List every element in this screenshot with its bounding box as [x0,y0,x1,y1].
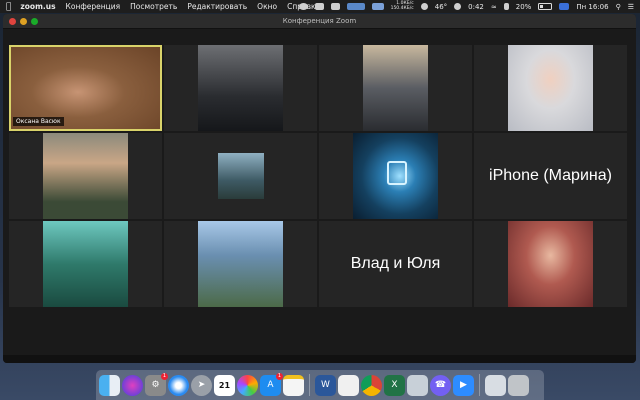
status-area: 1.0КБ/с 150.4КБ/с 46° 0:42 ≈ 20% Пн 16:0… [298,0,634,13]
menu-view[interactable]: Посмотреть [130,2,177,11]
menu-conference[interactable]: Конференция [66,2,121,11]
participant-tile-9[interactable] [9,221,162,307]
menu-window[interactable]: Окно [257,2,277,11]
battery-icon[interactable] [538,3,553,10]
participant-video [43,133,128,219]
net-down: 150.4КБ/с [390,5,414,11]
app-menu[interactable]: zoom.us [20,2,55,11]
zoom-icon[interactable]: ▶ [453,374,474,396]
bluetooth-icon[interactable] [503,3,509,10]
participant-tile-8[interactable]: iPhone (Марина) [474,133,627,219]
preview-icon[interactable] [407,374,428,396]
lock-icon [387,161,407,185]
clock[interactable]: Пн 16:06 [576,3,608,11]
participant-video [218,153,264,199]
participant-tile-4[interactable] [474,45,627,131]
textedit-icon[interactable] [338,374,359,396]
apple-menu-icon[interactable]:  [6,2,11,12]
memory-graph-icon[interactable] [371,3,384,10]
temperature[interactable]: 46° [435,3,447,11]
calendar-icon[interactable]: 21 [214,374,235,396]
timer[interactable]: 0:42 [468,3,484,11]
temperature-icon [420,3,428,10]
window-title: Конференция Zoom [282,17,357,25]
notes-icon[interactable] [283,374,304,396]
downloads-folder-icon[interactable] [485,374,506,396]
window-titlebar[interactable]: Конференция Zoom [3,14,636,29]
viber-icon[interactable]: ☎ [430,374,451,396]
trash-icon[interactable] [508,374,529,396]
cast-status-icon[interactable] [330,3,340,10]
timer-icon [454,3,462,10]
participant-name-label: Оксана Васюк [13,117,64,126]
zoom-status-icon[interactable] [314,3,324,10]
menu-edit[interactable]: Редактировать [187,2,247,11]
notification-badge: 1 [161,372,168,380]
participant-video [198,221,283,307]
app-store-icon[interactable]: A 1 [260,372,283,396]
menu-bar:  zoom.us Конференция Посмотреть Редакти… [0,0,640,13]
dock-separator [479,374,480,396]
participant-video [43,221,128,307]
finder-icon[interactable] [99,374,120,396]
dock-separator [309,374,310,396]
participant-video [198,45,283,131]
participant-tile-5[interactable] [9,133,162,219]
participant-tile-7[interactable] [319,133,472,219]
photos-icon[interactable] [237,374,258,396]
input-flag-icon[interactable] [559,3,570,10]
network-stats[interactable]: 1.0КБ/с 150.4КБ/с [390,1,414,11]
participant-name-display: Влад и Юля [350,255,441,272]
participant-tile-10[interactable] [164,221,317,307]
participant-tile-6[interactable] [164,133,317,219]
participant-tile-2[interactable] [164,45,317,131]
participant-tile-12[interactable] [474,221,627,307]
participant-tile-11[interactable]: Влад и Юля [319,221,472,307]
siri-icon[interactable] [122,374,143,396]
launchpad-icon[interactable]: ➤ [191,374,212,396]
dock: ⚙ 1 ➤ 21 A 1 W X ☎ ▶ [96,370,544,400]
calendar-day: 21 [218,380,231,390]
participant-video [363,45,428,131]
participant-video [508,221,593,307]
desktop:  zoom.us Конференция Посмотреть Редакти… [0,0,640,400]
notification-badge: 1 [276,372,283,380]
chrome-icon[interactable] [361,374,382,396]
viber-status-icon[interactable] [298,3,308,10]
participant-tile-1[interactable]: Оксана Васюк [9,45,162,131]
window-bottom-bar [3,355,636,363]
word-icon[interactable]: W [315,374,336,396]
search-icon[interactable]: ⚲ [616,3,621,11]
safari-icon[interactable] [168,374,189,396]
participant-name-display: iPhone (Марина) [489,167,612,184]
activity-graph-icon[interactable] [346,3,365,10]
gallery-view: Оксана Васюк iPhone (Марина) Влад и Юля [9,45,629,307]
menu-list-icon[interactable]: ☰ [628,3,634,11]
battery-percent[interactable]: 20% [516,3,532,11]
wifi-icon[interactable]: ≈ [491,3,497,11]
system-preferences-icon[interactable]: ⚙ 1 [145,372,168,396]
participant-tile-3[interactable] [319,45,472,131]
excel-icon[interactable]: X [384,374,405,396]
participant-video [508,45,593,131]
